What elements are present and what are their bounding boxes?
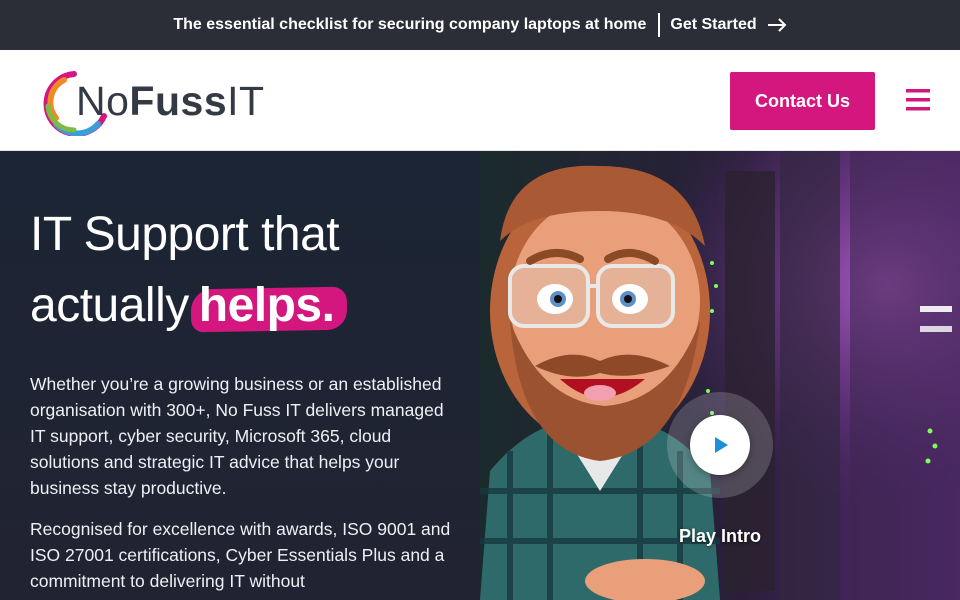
logo-text-fuss: Fuss — [129, 77, 228, 124]
hero-text-panel: IT Support that actually helps. Whether y… — [0, 151, 480, 600]
logo[interactable]: NoFussIT — [34, 66, 274, 136]
announcement-divider — [658, 13, 661, 37]
arrow-right-icon — [767, 18, 787, 32]
hero-title: IT Support that actually helps. — [30, 199, 470, 341]
hero-title-highlight: helps. — [193, 270, 341, 341]
contact-us-button[interactable]: Contact Us — [730, 72, 875, 130]
announcement-bar: The essential checklist for securing com… — [0, 0, 960, 50]
hero-section: IT Support that actually helps. Whether y… — [0, 151, 960, 600]
hero-title-line2: actually — [30, 279, 189, 332]
logo-text-it: IT — [227, 77, 265, 124]
get-started-link[interactable]: Get Started — [670, 16, 787, 34]
play-icon — [715, 437, 728, 453]
play-intro-label[interactable]: Play Intro — [670, 526, 770, 547]
get-started-label: Get Started — [670, 16, 757, 33]
hamburger-menu-icon[interactable] — [903, 85, 933, 115]
hero-paragraph-1: Whether you’re a growing business or an … — [30, 374, 444, 498]
hero-title-line1: IT Support that — [30, 208, 340, 261]
logo-wordmark: NoFussIT — [76, 78, 265, 125]
play-intro-button[interactable] — [690, 415, 750, 475]
hero-paragraph-2: Recognised for excellence with awards, I… — [30, 519, 451, 591]
announcement-message: The essential checklist for securing com… — [173, 16, 647, 33]
logo-text-no: No — [76, 77, 130, 124]
site-header: NoFussIT Contact Us — [0, 50, 960, 151]
